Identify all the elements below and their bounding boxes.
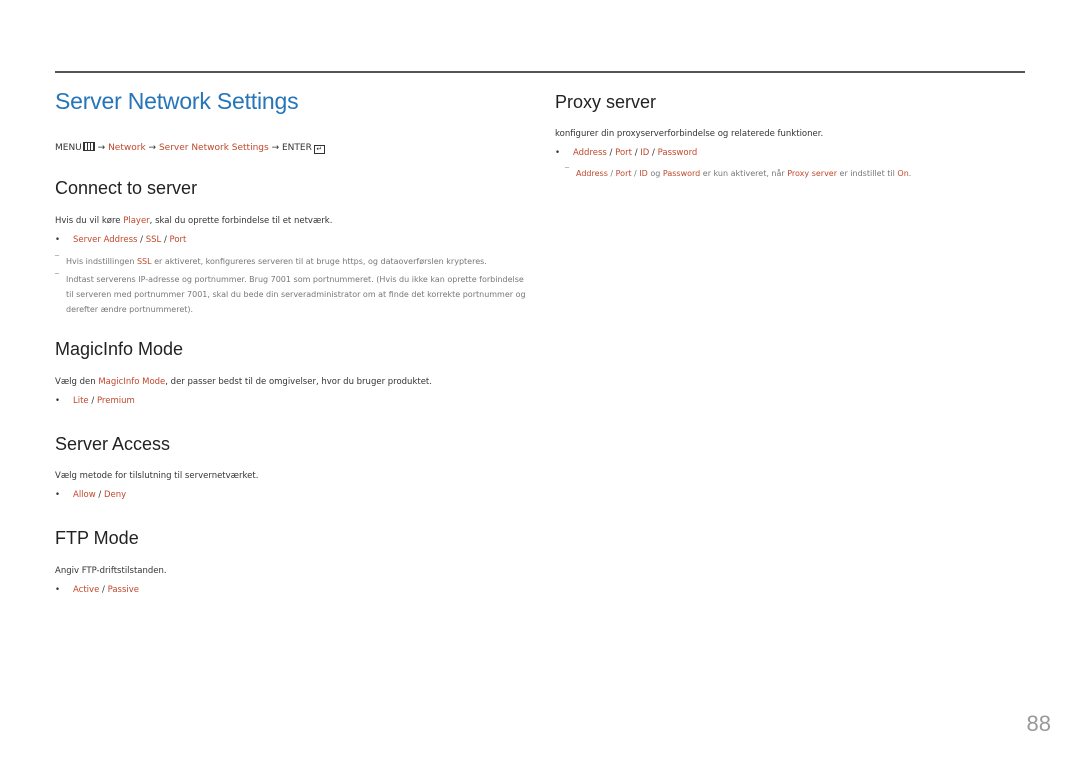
connect-note-port: ‾ Indtast serverens IP-adresse og portnum… xyxy=(55,272,531,317)
port-term: Port xyxy=(615,169,632,178)
enter-icon: ↵ xyxy=(313,145,325,154)
text: er kun aktiveret, når xyxy=(700,169,788,178)
ssl-term: SSL xyxy=(136,257,152,266)
text: Vælg den xyxy=(55,377,99,387)
separator: / xyxy=(99,585,108,595)
separator: / xyxy=(606,148,616,158)
ftp-options: • Active / Passive xyxy=(55,585,139,595)
separator: / xyxy=(161,235,170,245)
option-id: ID xyxy=(640,148,650,158)
option-port: Port xyxy=(615,148,632,158)
breadcrumb: MENU → Network → Server Network Settings… xyxy=(55,142,325,154)
text: Hvis indstillingen xyxy=(66,257,137,266)
bullet-icon: • xyxy=(55,490,61,500)
magicinfo-options: • Lite / Premium xyxy=(55,396,135,406)
address-term: Address xyxy=(576,169,608,178)
option-port: Port xyxy=(169,235,187,245)
section-title-proxy: Proxy server xyxy=(555,92,657,112)
text: Hvis du vil køre xyxy=(55,216,124,226)
breadcrumb-arrow: → xyxy=(148,143,157,153)
magicinfo-description: Vælg den MagicInfo Mode, der passer beds… xyxy=(55,377,432,387)
option-passive: Passive xyxy=(107,585,140,595)
id-term: ID xyxy=(639,169,648,178)
text: er aktiveret, konfigureres serveren til … xyxy=(151,257,487,266)
separator: / xyxy=(607,169,616,178)
text: . xyxy=(908,169,912,178)
separator: / xyxy=(137,235,146,245)
option-password: Password xyxy=(657,148,698,158)
text: , skal du oprette forbindelse til et net… xyxy=(149,216,333,226)
magicinfo-term: MagicInfo Mode xyxy=(98,377,166,387)
option-lite: Lite xyxy=(73,396,89,406)
bullet-icon: • xyxy=(55,235,61,245)
option-allow: Allow xyxy=(73,490,96,500)
bullet-icon: • xyxy=(55,585,61,595)
text: Indtast serverens IP-adresse og portnumm… xyxy=(66,275,526,314)
option-ssl: SSL xyxy=(145,235,162,245)
proxy-note: ‾ Address / Port / ID og Password er kun … xyxy=(565,166,911,181)
option-active: Active xyxy=(73,585,100,595)
connect-note-ssl: ‾ Hvis indstillingen SSL er aktiveret, ko… xyxy=(55,254,487,269)
section-title-access: Server Access xyxy=(55,434,171,454)
access-options: • Allow / Deny xyxy=(55,490,126,500)
separator: / xyxy=(95,490,104,500)
text: er indstillet til xyxy=(837,169,898,178)
password-term: Password xyxy=(662,169,701,178)
option-premium: Premium xyxy=(96,396,135,406)
on-term: On xyxy=(897,169,909,178)
connect-description: Hvis du vil køre Player, skal du oprette… xyxy=(55,216,332,226)
breadcrumb-arrow: → xyxy=(271,143,280,153)
breadcrumb-server-network-settings: Server Network Settings xyxy=(158,143,269,153)
note-dash-icon: ‾ xyxy=(55,272,59,281)
menu-icon xyxy=(82,142,95,151)
page-title: Server Network Settings xyxy=(55,88,299,114)
separator: / xyxy=(88,396,97,406)
breadcrumb-enter: ENTER xyxy=(281,143,312,153)
connect-options: • Server Address / SSL / Port xyxy=(55,235,186,245)
page-number: 88 xyxy=(1026,711,1051,736)
bullet-icon: • xyxy=(55,396,61,406)
note-dash-icon: ‾ xyxy=(55,254,59,263)
section-title-ftp: FTP Mode xyxy=(55,528,139,548)
option-address: Address xyxy=(573,148,607,158)
bullet-icon: • xyxy=(555,148,561,158)
separator: / xyxy=(649,148,658,158)
proxy-options: • Address / Port / ID / Password xyxy=(555,148,697,158)
access-description: Vælg metode for tilslutning til serverne… xyxy=(55,471,259,481)
note-dash-icon: ‾ xyxy=(565,166,569,175)
ftp-description: Angiv FTP-driftstilstanden. xyxy=(55,566,167,576)
proxy-description: konfigurer din proxyserverforbindelse og… xyxy=(555,129,824,139)
top-rule xyxy=(55,71,1025,73)
section-title-magicinfo: MagicInfo Mode xyxy=(55,339,184,359)
proxy-server-term: Proxy server xyxy=(787,169,838,178)
section-title-connect: Connect to server xyxy=(55,178,198,198)
text: og xyxy=(647,169,663,178)
breadcrumb-arrow: → xyxy=(97,143,106,153)
option-deny: Deny xyxy=(103,490,127,500)
breadcrumb-menu: MENU xyxy=(55,143,82,153)
option-server-address: Server Address xyxy=(73,235,138,245)
text: , der passer bedst til de omgivelser, hv… xyxy=(165,377,432,387)
breadcrumb-network: Network xyxy=(108,143,146,153)
player-term: Player xyxy=(123,216,150,226)
